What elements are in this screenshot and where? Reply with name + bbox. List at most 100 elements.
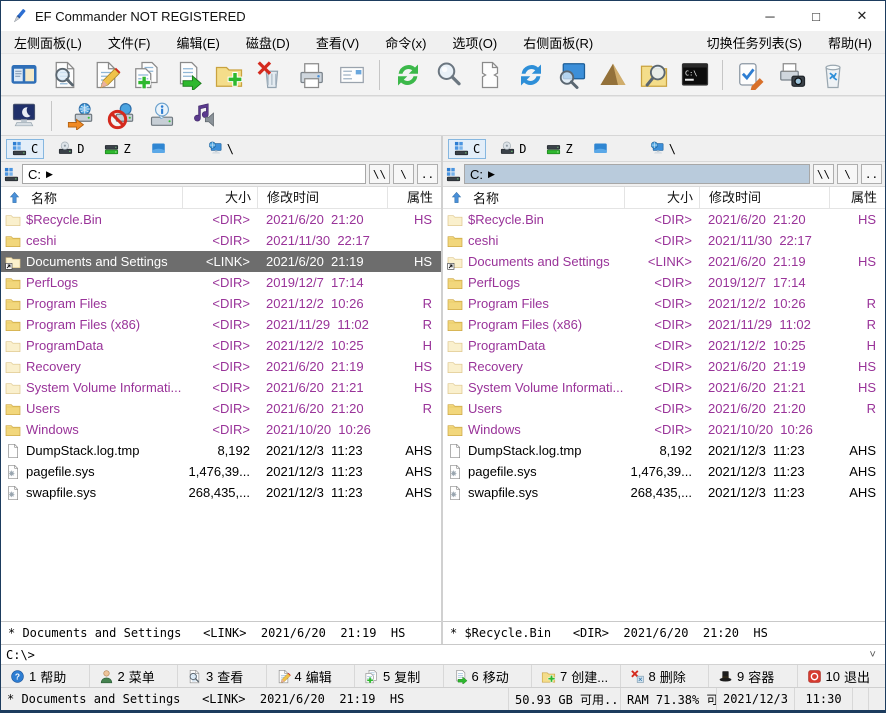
left-file-row-8[interactable]: System Volume Informati...<DIR>2021/6/20… [1,377,441,398]
left-file-row-0[interactable]: $Recycle.Bin<DIR>2021/6/20 21:20HS [1,209,441,230]
right-drive-tab-D[interactable]: D [494,139,532,159]
right-file-row-13[interactable]: swapfile.sys268,435,...2021/12/3 11:23AH… [443,482,885,503]
right-header-size[interactable]: 大小 [624,187,699,208]
fn-button-6[interactable]: 6移动 [444,665,533,687]
email-button[interactable] [331,56,372,93]
map-network-drive-button[interactable] [59,98,100,135]
right-file-row-1[interactable]: ceshi<DIR>2021/11/30 22:17 [443,230,885,251]
print-screen-button[interactable] [771,56,812,93]
left-file-row-5[interactable]: Program Files (x86)<DIR>2021/11/29 11:02… [1,314,441,335]
fn-button-3[interactable]: 3查看 [178,665,267,687]
menu-item-right-0[interactable]: 切换任务列表(S) [694,31,815,53]
right-header-name[interactable]: 名称 [443,187,624,208]
volume-button[interactable] [182,98,223,135]
left-file-row-11[interactable]: DumpStack.log.tmp8,1922021/12/3 11:23AHS [1,440,441,461]
menu-item-left-7[interactable]: 右侧面板(R) [510,31,606,53]
right-file-row-2[interactable]: Documents and Settings<LINK>2021/6/20 21… [443,251,885,272]
screen-search-button[interactable] [551,56,592,93]
monitor-sleep-button[interactable] [3,98,44,135]
right-file-row-4[interactable]: Program Files<DIR>2021/12/2 10:26R [443,293,885,314]
menu-item-left-6[interactable]: 选项(O) [439,31,510,53]
left-header-date[interactable]: 修改时间 [257,187,387,208]
edit-file-button[interactable] [85,56,126,93]
fn-button-7[interactable]: 7创建... [532,665,621,687]
close-button[interactable]: ✕ [839,1,885,31]
left-drive-tab-desktop[interactable] [145,139,172,159]
maximize-button[interactable]: □ [793,1,839,31]
right-file-row-7[interactable]: Recovery<DIR>2021/6/20 21:19HS [443,356,885,377]
refresh-blue-button[interactable] [510,56,551,93]
left-header-size[interactable]: 大小 [182,187,257,208]
sync-green-button[interactable] [387,56,428,93]
delete-button[interactable] [249,56,290,93]
folder-search-button[interactable] [633,56,674,93]
left-drive-tab-D[interactable]: D [52,139,90,159]
command-line[interactable]: C:\> ˅ [1,644,885,664]
left-file-row-13[interactable]: swapfile.sys268,435,...2021/12/3 11:23AH… [1,482,441,503]
left-path-button-1[interactable]: \ [393,164,414,184]
chevron-down-icon[interactable]: ˅ [869,648,880,662]
right-file-row-3[interactable]: PerfLogs<DIR>2019/12/7 17:14 [443,272,885,293]
new-folder-button[interactable] [208,56,249,93]
right-path-button-0[interactable]: \\ [813,164,834,184]
left-file-row-4[interactable]: Program Files<DIR>2021/12/2 10:26R [1,293,441,314]
right-file-row-8[interactable]: System Volume Informati...<DIR>2021/6/20… [443,377,885,398]
minimize-button[interactable]: ─ [747,1,793,31]
pack-pyramid-button[interactable] [592,56,633,93]
left-file-row-7[interactable]: Recovery<DIR>2021/6/20 21:19HS [1,356,441,377]
left-file-row-6[interactable]: ProgramData<DIR>2021/12/2 10:25H [1,335,441,356]
right-file-row-12[interactable]: pagefile.sys1,476,39...2021/12/3 11:23AH… [443,461,885,482]
view-file-button[interactable] [44,56,85,93]
fn-button-4[interactable]: 4编辑 [267,665,356,687]
right-path-field[interactable]: C:▶ [464,164,810,184]
fn-button-8[interactable]: 8删除 [621,665,710,687]
menu-item-right-1[interactable]: 帮助(H) [815,31,885,53]
terminal-button[interactable]: C:\ [674,56,715,93]
right-header-date[interactable]: 修改时间 [699,187,829,208]
left-path-button-0[interactable]: \\ [369,164,390,184]
menu-item-left-3[interactable]: 磁盘(D) [233,31,303,53]
split-file-button[interactable] [469,56,510,93]
disconnect-network-drive-button[interactable] [100,98,141,135]
right-file-row-10[interactable]: Windows<DIR>2021/10/20 10:26 [443,419,885,440]
left-path-field[interactable]: C:▶ [22,164,366,184]
left-file-row-10[interactable]: Windows<DIR>2021/10/20 10:26 [1,419,441,440]
menu-item-left-0[interactable]: 左侧面板(L) [1,31,95,53]
fn-button-5[interactable]: 5复制 [355,665,444,687]
right-header-attr[interactable]: 属性 [829,187,885,208]
menu-item-left-1[interactable]: 文件(F) [95,31,164,53]
right-path-button-1[interactable]: \ [837,164,858,184]
left-header-name[interactable]: 名称 [1,187,182,208]
right-file-row-0[interactable]: $Recycle.Bin<DIR>2021/6/20 21:20HS [443,209,885,230]
drive-info-button[interactable] [141,98,182,135]
menu-item-left-4[interactable]: 查看(V) [303,31,372,53]
left-header-attr[interactable]: 属性 [387,187,441,208]
fn-button-9[interactable]: 9容器 [709,665,798,687]
menu-item-left-5[interactable]: 命令(x) [372,31,439,53]
left-file-row-3[interactable]: PerfLogs<DIR>2019/12/7 17:14 [1,272,441,293]
right-path-button-2[interactable]: .. [861,164,882,184]
fn-button-1[interactable]: ?1帮助 [1,665,90,687]
fn-button-2[interactable]: 2菜单 [90,665,179,687]
left-drive-tab-\[interactable]: \ [202,139,240,159]
search-button[interactable] [428,56,469,93]
copy-file-button[interactable] [126,56,167,93]
left-file-row-12[interactable]: pagefile.sys1,476,39...2021/12/3 11:23AH… [1,461,441,482]
right-drive-tab-\[interactable]: \ [644,139,682,159]
left-file-row-9[interactable]: Users<DIR>2021/6/20 21:20R [1,398,441,419]
menu-item-left-2[interactable]: 编辑(E) [164,31,233,53]
dual-panel-button[interactable] [3,56,44,93]
right-file-row-6[interactable]: ProgramData<DIR>2021/12/2 10:25H [443,335,885,356]
move-file-button[interactable] [167,56,208,93]
left-path-button-2[interactable]: .. [417,164,438,184]
right-drive-tab-desktop[interactable] [587,139,614,159]
fn-button-10[interactable]: 10退出 [798,665,886,687]
right-file-row-11[interactable]: DumpStack.log.tmp8,1922021/12/3 11:23AHS [443,440,885,461]
right-file-row-5[interactable]: Program Files (x86)<DIR>2021/11/29 11:02… [443,314,885,335]
left-file-row-2[interactable]: Documents and Settings<LINK>2021/6/20 21… [1,251,441,272]
right-drive-tab-Z[interactable]: Z [540,139,578,159]
print-button[interactable] [290,56,331,93]
left-drive-tab-Z[interactable]: Z [98,139,136,159]
right-file-row-9[interactable]: Users<DIR>2021/6/20 21:20R [443,398,885,419]
left-drive-tab-C[interactable]: C [6,139,44,159]
